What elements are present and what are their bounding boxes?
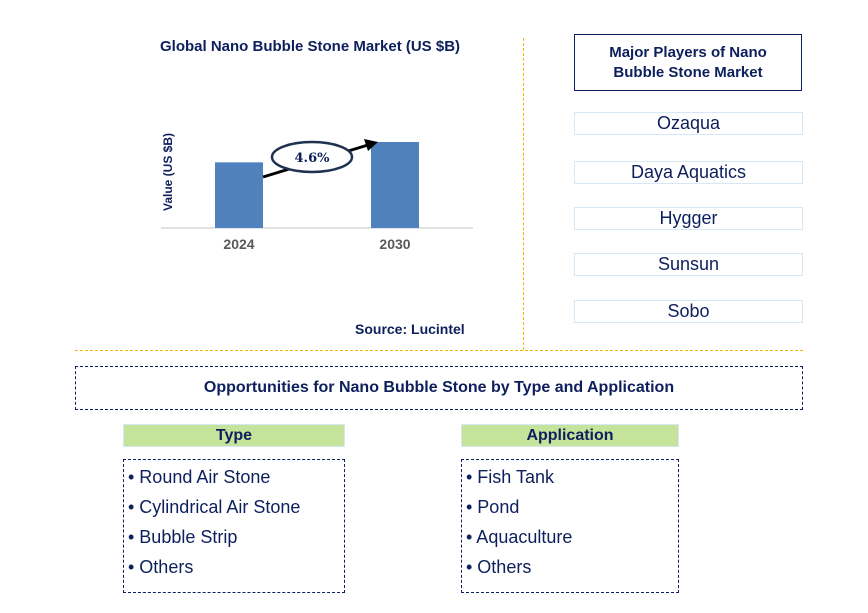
application-item: • Aquaculture [466, 527, 573, 547]
type-item: • Cylindrical Air Stone [128, 497, 301, 517]
players-title: Major Players of Nano Bubble Stone Marke… [574, 34, 802, 91]
vertical-divider [523, 38, 524, 350]
application-item: • Fish Tank [466, 467, 555, 487]
type-list: • Round Air Stone • Cylindrical Air Ston… [123, 459, 345, 593]
player-item: Daya Aquatics [574, 161, 803, 184]
source-label: Source: Lucintel [355, 321, 465, 337]
horizontal-divider [75, 350, 803, 351]
bar-2030 [371, 142, 419, 228]
player-item: Sobo [574, 300, 803, 323]
player-item: Ozaqua [574, 112, 803, 135]
application-item: • Others [466, 557, 532, 577]
opportunities-title: Opportunities for Nano Bubble Stone by T… [75, 366, 803, 410]
type-item: • Bubble Strip [128, 527, 238, 547]
bar-chart: Value (US $B) 2024 2030 4.6% [161, 133, 473, 252]
x-tick-label: 2024 [223, 236, 254, 252]
player-item: Hygger [574, 207, 803, 230]
player-item: Sunsun [574, 253, 803, 276]
application-item: • Pond [466, 497, 520, 517]
type-item: • Round Air Stone [128, 467, 271, 487]
cagr-label: 4.6% [295, 151, 331, 166]
application-heading: Application [461, 424, 679, 447]
bar-2024 [215, 162, 263, 228]
application-list: • Fish Tank • Pond • Aquaculture • Other… [461, 459, 679, 593]
y-axis-label: Value (US $B) [161, 133, 175, 211]
type-heading: Type [123, 424, 345, 447]
chart-title: Global Nano Bubble Stone Market (US $B) [160, 38, 461, 55]
x-tick-label: 2030 [379, 236, 410, 252]
type-item: • Others [128, 557, 194, 577]
